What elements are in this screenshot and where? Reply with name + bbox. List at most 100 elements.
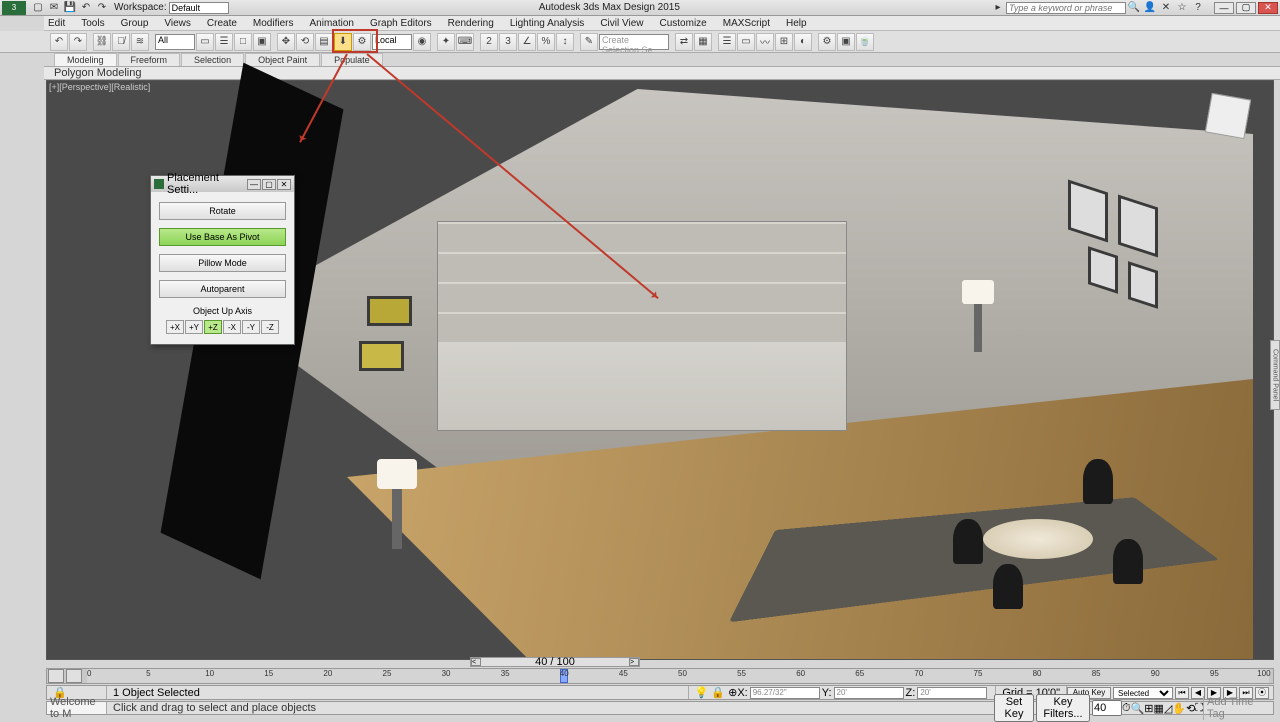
redo-button[interactable]: ↷ (69, 33, 87, 51)
render-setup-button[interactable]: ⚙ (818, 33, 836, 51)
menu-modifiers[interactable]: Modifiers (245, 18, 302, 29)
time-tag[interactable]: Add Time Tag (1203, 696, 1273, 720)
timeline-trackbar[interactable]: 0 5 10 15 20 25 30 35 40 45 50 55 60 65 … (46, 668, 1274, 684)
keyboard-shortcut-button[interactable]: ⌨ (456, 33, 474, 51)
workspace-dropdown[interactable]: Default (169, 2, 229, 14)
layer-manager-button[interactable]: ☰ (718, 33, 736, 51)
app-logo-icon[interactable]: 3 (2, 1, 26, 15)
select-manipulate-button[interactable]: ✦ (437, 33, 455, 51)
close-button[interactable]: ✕ (1258, 2, 1278, 14)
use-base-as-pivot-button[interactable]: Use Base As Pivot (159, 228, 286, 246)
x-coord-input[interactable] (750, 687, 820, 699)
spinner-snap-button[interactable]: ↕ (556, 33, 574, 51)
material-editor-button[interactable]: ◐ (794, 33, 812, 51)
rotate-button[interactable]: Rotate (159, 202, 286, 220)
axis-plus-x[interactable]: +X (166, 320, 184, 334)
slider-prev-icon[interactable]: < (471, 658, 481, 666)
menu-rendering[interactable]: Rendering (440, 18, 502, 29)
axis-plus-z[interactable]: +Z (204, 320, 222, 334)
signin-icon[interactable]: 👤 (1143, 1, 1157, 15)
viewport[interactable]: [+][Perspective][Realistic] (46, 80, 1274, 660)
rendered-frame-button[interactable]: ▣ (837, 33, 855, 51)
menu-tools[interactable]: Tools (73, 18, 112, 29)
render-production-button[interactable]: 🍵 (856, 33, 874, 51)
menu-graph-editors[interactable]: Graph Editors (362, 18, 440, 29)
schematic-view-button[interactable]: ⊞ (775, 33, 793, 51)
named-selection-dropdown[interactable]: Create Selection Se (599, 34, 669, 50)
time-slider[interactable]: < 40 / 100 > (470, 657, 640, 667)
axis-minus-y[interactable]: -Y (242, 320, 260, 334)
axis-plus-y[interactable]: +Y (185, 320, 203, 334)
toggle-ribbon-button[interactable]: ▭ (737, 33, 755, 51)
new-icon[interactable]: ▢ (31, 1, 45, 15)
redo-icon[interactable]: ↷ (95, 1, 109, 15)
tab-freeform[interactable]: Freeform (118, 53, 181, 66)
placement-settings-dialog[interactable]: Placement Setti... — ▢ ✕ Rotate Use Base… (150, 175, 295, 345)
tab-object-paint[interactable]: Object Paint (245, 53, 320, 66)
viewport-nav-zoom-icon[interactable]: 🔍 (1131, 702, 1145, 715)
viewport-nav-orbit-icon[interactable]: ⟲ (1186, 702, 1195, 715)
placement-settings-button[interactable]: ⚙ (353, 33, 371, 51)
search-input[interactable] (1006, 2, 1126, 14)
select-scale-button[interactable]: ▤ (315, 33, 333, 51)
select-place-button[interactable]: ⬇ (334, 33, 352, 51)
tab-selection[interactable]: Selection (181, 53, 244, 66)
select-object-button[interactable]: ▭ (196, 33, 214, 51)
slider-next-icon[interactable]: > (629, 658, 639, 666)
maximize-button[interactable]: ▢ (1236, 2, 1256, 14)
open-icon[interactable]: ✉ (47, 1, 61, 15)
viewcube[interactable] (1205, 93, 1251, 139)
isolate-icon[interactable]: 💡 (695, 686, 709, 699)
select-region-rect-button[interactable]: □ (234, 33, 252, 51)
snap-3d-button[interactable]: 3 (499, 33, 517, 51)
dialog-minimize-button[interactable]: — (247, 179, 261, 190)
save-icon[interactable]: 💾 (63, 1, 77, 15)
viewport-nav-maximize-icon[interactable]: ⛶ (1195, 702, 1203, 715)
select-rotate-button[interactable]: ⟲ (296, 33, 314, 51)
axis-minus-x[interactable]: -X (223, 320, 241, 334)
exchange-icon[interactable]: ✕ (1159, 1, 1173, 15)
help-icon[interactable]: ? (1191, 1, 1205, 15)
edit-named-sel-button[interactable]: ✎ (580, 33, 598, 51)
timeline-ruler[interactable]: 0 5 10 15 20 25 30 35 40 45 50 55 60 65 … (87, 669, 1269, 683)
viewport-nav-fov-icon[interactable]: ◿ (1164, 702, 1172, 715)
window-crossing-button[interactable]: ▣ (253, 33, 271, 51)
curve-editor-button[interactable]: 〰 (756, 33, 774, 51)
selection-filter-dropdown[interactable]: All (155, 34, 195, 50)
viewport-nav-pan-icon[interactable]: ✋ (1172, 702, 1186, 715)
dialog-close-button[interactable]: ✕ (277, 179, 291, 190)
time-config-icon[interactable]: ⏱ (1122, 702, 1131, 715)
menu-create[interactable]: Create (199, 18, 245, 29)
current-frame-input[interactable] (1092, 700, 1122, 716)
link-button[interactable]: ⛓ (93, 33, 111, 51)
menu-help[interactable]: Help (778, 18, 815, 29)
command-panel-collapsed[interactable]: Command Panel (1270, 340, 1280, 410)
unlink-button[interactable]: ⛓̸ (112, 33, 130, 51)
pillow-mode-button[interactable]: Pillow Mode (159, 254, 286, 272)
goto-start-icon[interactable]: ⏮ (1175, 687, 1189, 699)
menu-views[interactable]: Views (156, 18, 199, 29)
axis-minus-z[interactable]: -Z (261, 320, 279, 334)
y-coord-input[interactable] (834, 687, 904, 699)
viewport-nav-zoom-all-icon[interactable]: ⊞ (1144, 702, 1153, 715)
key-filters-button[interactable]: Key Filters... (1036, 694, 1090, 722)
maxscript-listener[interactable]: Welcome to M (47, 702, 107, 714)
favorite-icon[interactable]: ☆ (1175, 1, 1189, 15)
coord-mode-icon[interactable]: ⊕ (728, 686, 737, 699)
use-pivot-center-button[interactable]: ◉ (413, 33, 431, 51)
tab-modeling[interactable]: Modeling (54, 53, 117, 66)
bind-space-warp-button[interactable]: ≋ (131, 33, 149, 51)
snap-2d-button[interactable]: 2 (480, 33, 498, 51)
percent-snap-button[interactable]: % (537, 33, 555, 51)
select-by-name-button[interactable]: ☰ (215, 33, 233, 51)
menu-lighting-analysis[interactable]: Lighting Analysis (502, 18, 593, 29)
undo-icon[interactable]: ↶ (79, 1, 93, 15)
search-icon[interactable]: 🔍 (1127, 1, 1141, 15)
menu-animation[interactable]: Animation (301, 18, 361, 29)
z-coord-input[interactable] (917, 687, 987, 699)
ref-coord-dropdown[interactable]: Local (372, 34, 412, 50)
minimize-button[interactable]: — (1214, 2, 1234, 14)
viewport-nav-zoom-extents-icon[interactable]: ▦ (1154, 702, 1164, 715)
setkey-button[interactable]: Set Key (994, 694, 1034, 722)
align-button[interactable]: ▦ (694, 33, 712, 51)
